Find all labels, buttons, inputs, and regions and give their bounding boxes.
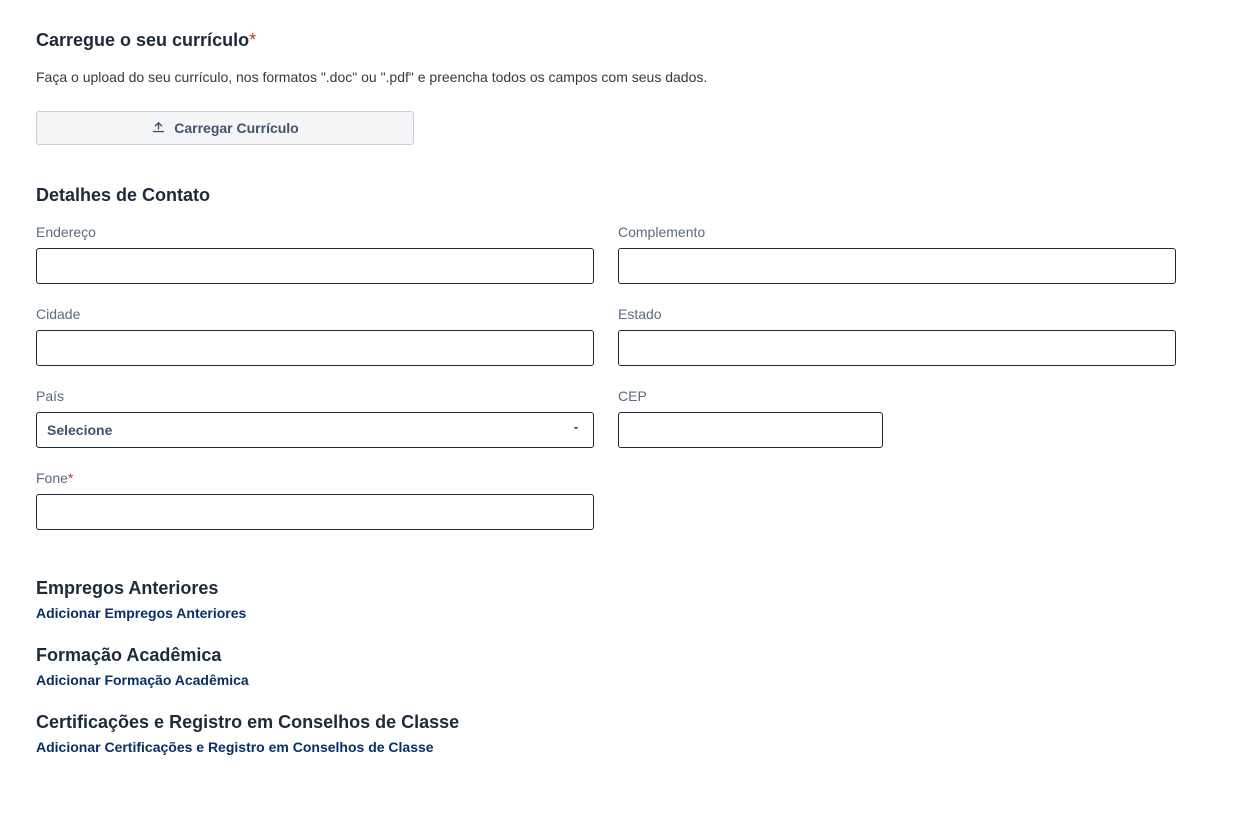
contact-grid: Endereço Complemento Cidade Estado País … <box>36 224 1176 530</box>
address-field-wrap: Endereço <box>36 224 594 284</box>
cep-input[interactable] <box>618 412 883 448</box>
contact-section: Detalhes de Contato Endereço Complemento… <box>36 185 1202 530</box>
city-label: Cidade <box>36 306 594 322</box>
state-input[interactable] <box>618 330 1176 366</box>
phone-input[interactable] <box>36 494 594 530</box>
contact-title: Detalhes de Contato <box>36 185 1202 206</box>
address-input[interactable] <box>36 248 594 284</box>
required-asterisk: * <box>249 30 256 50</box>
cep-label: CEP <box>618 388 1176 404</box>
upload-helper: Faça o upload do seu currículo, nos form… <box>36 69 1202 85</box>
education-title: Formação Acadêmica <box>36 645 1202 666</box>
complement-field-wrap: Complemento <box>618 224 1176 284</box>
required-asterisk: * <box>68 470 73 486</box>
upload-title-text: Carregue o seu currículo <box>36 30 249 50</box>
phone-label-text: Fone <box>36 470 68 486</box>
add-education-link[interactable]: Adicionar Formação Acadêmica <box>36 672 249 688</box>
country-field-wrap: País Selecione <box>36 388 594 448</box>
country-select-wrap: Selecione <box>36 412 594 448</box>
complement-input[interactable] <box>618 248 1176 284</box>
cep-field-wrap: CEP <box>618 388 1176 448</box>
phone-field-wrap: Fone* <box>36 470 594 530</box>
city-field-wrap: Cidade <box>36 306 594 366</box>
education-section: Formação Acadêmica Adicionar Formação Ac… <box>36 645 1202 690</box>
state-label: Estado <box>618 306 1176 322</box>
jobs-section: Empregos Anteriores Adicionar Empregos A… <box>36 578 1202 623</box>
country-select[interactable]: Selecione <box>36 412 594 448</box>
upload-button-label: Carregar Currículo <box>174 120 298 136</box>
jobs-title: Empregos Anteriores <box>36 578 1202 599</box>
complement-label: Complemento <box>618 224 1176 240</box>
certs-title: Certificações e Registro em Conselhos de… <box>36 712 1202 733</box>
phone-label: Fone* <box>36 470 594 486</box>
upload-icon <box>151 119 166 137</box>
upload-title: Carregue o seu currículo* <box>36 30 1202 51</box>
add-jobs-link[interactable]: Adicionar Empregos Anteriores <box>36 605 246 621</box>
address-label: Endereço <box>36 224 594 240</box>
state-field-wrap: Estado <box>618 306 1176 366</box>
upload-section: Carregue o seu currículo* Faça o upload … <box>36 30 1202 145</box>
city-input[interactable] <box>36 330 594 366</box>
certs-section: Certificações e Registro em Conselhos de… <box>36 712 1202 757</box>
country-label: País <box>36 388 594 404</box>
upload-resume-button[interactable]: Carregar Currículo <box>36 111 414 145</box>
add-certs-link[interactable]: Adicionar Certificações e Registro em Co… <box>36 739 434 755</box>
